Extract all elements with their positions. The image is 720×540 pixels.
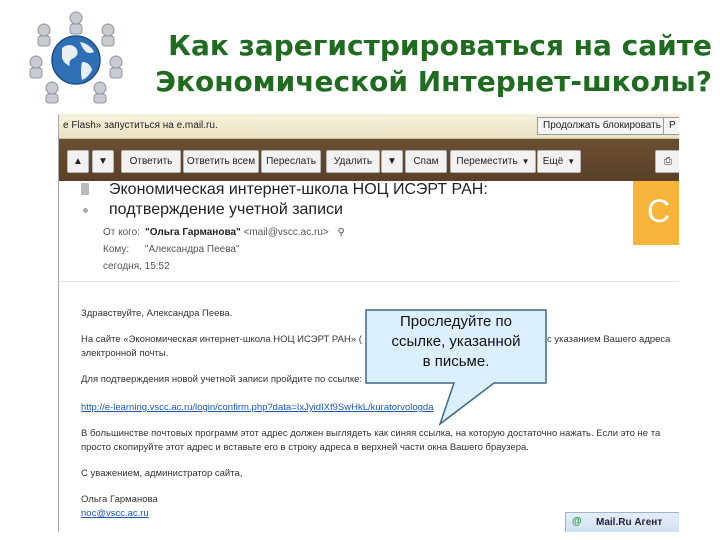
email-subject-line2: подтверждение учетной записи [109,201,343,218]
email-subject-line1: Экономическая интернет-школа НОЦ ИСЭРТ Р… [109,181,488,198]
sender[interactable]: "Ольга Гарманова" <mail@vscc.ac.ru> ⚲ [145,227,345,238]
forward-button[interactable]: Переслать [261,150,321,173]
chevron-down-icon: ▼ [521,157,530,166]
slide-title-line2: Экономической Интернет-школы? [155,65,712,98]
sender-address: <mail@vscc.ac.ru> [243,227,329,238]
reply-all-button[interactable]: Ответить всем [183,150,259,173]
mail-toolbar: ▲ ▼ Ответить Ответить всем Переслать Уда… [59,139,679,181]
signature-name: Ольга Гарманова [81,494,158,505]
flash-message: e Flash» запуститься на e.mail.ru. [63,120,218,131]
callout-line2: ссылке, указанной [391,333,521,350]
prev-message-button[interactable]: ▲ [67,150,89,173]
at-icon: @ [572,516,582,527]
delete-dropdown-button[interactable]: ▼ [381,150,403,173]
avatar-letter: С [647,193,671,229]
delete-button[interactable]: Удалить [326,150,380,173]
triangle-down-icon: ▼ [98,156,108,167]
chevron-down-icon: ▼ [567,157,576,166]
to-label: Кому: [103,244,130,255]
triangle-up-icon: ▲ [73,156,83,167]
callout-line1: Проследуйте по [399,313,513,330]
callout-text: Проследуйте по ссылке, указанной в письм… [366,312,546,372]
move-label: Переместить [456,156,518,167]
recipient-name[interactable]: "Александра Пеева" [145,244,240,255]
confirm-text: Для подтверждения новой учетной записи п… [81,374,363,385]
regards: С уважением, администратор сайта, [81,468,243,479]
slide-title: Как зарегистрироваться на сайте Экономич… [112,28,712,100]
from-label: От кого: [103,227,140,238]
search-icon[interactable]: ⚲ [338,227,345,238]
more-button[interactable]: Ещё ▼ [537,150,581,173]
unread-dot-icon[interactable] [83,208,88,213]
signature-email-link[interactable]: noc@vscc.ac.ru [81,508,149,519]
spam-button[interactable]: Спам [405,150,447,173]
flash-notification-bar: e Flash» запуститься на e.mail.ru. Продо… [59,114,679,139]
chevron-down-icon: ▼ [387,156,397,167]
printer-icon: ⎙ [664,156,672,167]
flag-icon[interactable] [81,183,89,195]
email-date: сегодня, 15:52 [103,261,170,272]
para3-line2: просто скопируйте этот адрес и вставьте … [81,442,529,453]
para1-start: На сайте «Экономическая интернет-школа Н… [81,334,362,345]
sender-avatar: С [633,181,679,245]
para3-line1: В большинстве почтовых программ этот адр… [81,428,661,439]
flash-options-button[interactable]: Р [663,117,679,135]
callout-line3: в письме. [422,353,490,370]
sender-name: "Ольга Гарманова" [145,227,241,238]
continue-blocking-button[interactable]: Продолжать блокировать [537,117,667,135]
reply-button[interactable]: Ответить [121,150,181,173]
move-button[interactable]: Переместить ▼ [450,150,536,173]
mailru-agent-label: Mail.Ru Агент [596,517,663,528]
print-button[interactable]: ⎙ [655,150,679,173]
next-message-button[interactable]: ▼ [92,150,114,173]
para1-end: с указанием Вашего адреса [547,334,671,345]
greeting: Здравствуйте, Александра Пеева. [81,308,233,319]
mailru-agent-bar[interactable]: @ Mail.Ru Агент [565,512,679,532]
email-header: Экономическая интернет-школа НОЦ ИСЭРТ Р… [59,181,679,282]
globe-network-logo [29,11,123,104]
confirm-link[interactable]: http://e-learning.vscc.ac.ru/login/confi… [81,402,433,413]
slide-title-line1: Как зарегистрироваться на сайте [168,29,712,62]
para1-line2: электронной почты. [81,348,169,359]
more-label: Ещё [542,156,564,167]
